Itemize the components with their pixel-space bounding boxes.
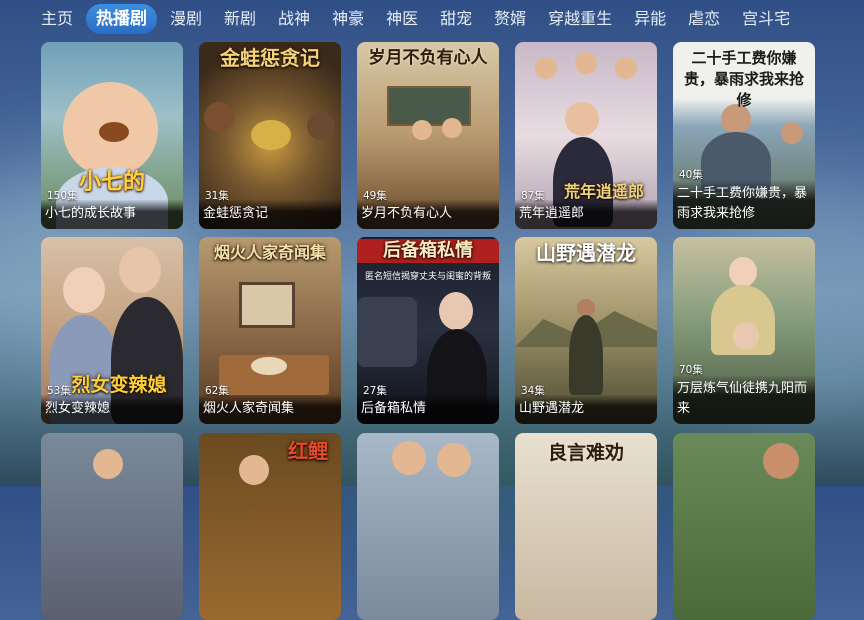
tab-superpower[interactable]: 异能 — [623, 4, 677, 34]
episode-count: 70集 — [679, 364, 703, 376]
tab-home[interactable]: 主页 — [30, 4, 84, 34]
drama-card[interactable]: 烈女变辣媳 53集 烈女变辣媳 — [41, 237, 183, 424]
drama-title: 后备箱私情 — [357, 395, 499, 424]
tab-war-god[interactable]: 战神 — [267, 4, 321, 34]
drama-title: 万层炼气仙徒携九阳而来 — [673, 376, 815, 424]
tab-tycoon[interactable]: 神豪 — [321, 4, 375, 34]
drama-card[interactable]: 金蛙惩贪记 31集 金蛙惩贪记 — [199, 42, 341, 229]
drama-card[interactable]: 烟火人家奇闻集 62集 烟火人家奇闻集 — [199, 237, 341, 424]
drama-card[interactable]: 山野遇潜龙 34集 山野遇潜龙 — [515, 237, 657, 424]
poster-title: 荒年逍遥郎 — [563, 182, 644, 201]
drama-card[interactable]: 良言难劝 — [515, 433, 657, 620]
drama-title: 烟火人家奇闻集 — [199, 395, 341, 424]
drama-title: 小七的成长故事 — [41, 200, 183, 229]
drama-card[interactable]: 岁月不负有心人 49集 岁月不负有心人 — [357, 42, 499, 229]
poster-image — [673, 433, 815, 620]
category-nav: 主页 热播剧 漫剧 新剧 战神 神豪 神医 甜宠 赘婿 穿越重生 异能 虐恋 宫… — [0, 0, 864, 38]
tab-son-in-law[interactable]: 赘婿 — [483, 4, 537, 34]
tab-time-travel[interactable]: 穿越重生 — [537, 4, 623, 34]
drama-title: 金蛙惩贪记 — [199, 200, 341, 229]
tab-sweet[interactable]: 甜宠 — [429, 4, 483, 34]
poster-image — [41, 433, 183, 620]
drama-card[interactable] — [357, 433, 499, 620]
drama-card[interactable]: 荒年逍遥郎 87集 荒年逍遥郎 — [515, 42, 657, 229]
drama-card[interactable]: 红鲤 — [199, 433, 341, 620]
poster-subtitle: 匿名短信揭穿丈夫与闺蜜的背叛 — [364, 272, 491, 282]
tab-heartbreak[interactable]: 虐恋 — [677, 4, 731, 34]
poster-title: 岁月不负有心人 — [368, 48, 488, 68]
poster-title: 良言难劝 — [547, 442, 624, 464]
tab-new[interactable]: 新剧 — [213, 4, 267, 34]
drama-title: 岁月不负有心人 — [357, 200, 499, 229]
drama-card[interactable]: 后备箱私情 匿名短信揭穿丈夫与闺蜜的背叛 27集 后备箱私情 — [357, 237, 499, 424]
poster-title: 山野遇潜龙 — [536, 241, 636, 265]
poster-title: 后备箱私情 — [357, 239, 499, 263]
poster-title: 烟火人家奇闻集 — [213, 243, 326, 262]
drama-title: 二十手工费你嫌贵，暴雨求我来抢修 — [673, 181, 815, 229]
drama-title: 烈女变辣媳 — [41, 395, 183, 424]
drama-card[interactable] — [673, 433, 815, 620]
drama-card[interactable]: 二十手工费你嫌贵，暴雨求我来抢修 40集 二十手工费你嫌贵，暴雨求我来抢修 — [673, 42, 815, 229]
tab-doctor[interactable]: 神医 — [375, 4, 429, 34]
poster-image — [357, 433, 499, 620]
tab-palace[interactable]: 宫斗宅 — [731, 4, 801, 34]
drama-card[interactable]: 小七的 150集 小七的成长故事 — [41, 42, 183, 229]
poster-title: 红鲤 — [288, 439, 328, 463]
drama-title: 荒年逍遥郎 — [515, 200, 657, 229]
drama-title: 山野遇潜龙 — [515, 395, 657, 424]
poster-title: 烈女变辣媳 — [71, 374, 167, 396]
episode-count: 40集 — [679, 169, 703, 181]
tab-hot[interactable]: 热播剧 — [86, 4, 158, 34]
drama-card[interactable]: 70集 万层炼气仙徒携九阳而来 — [673, 237, 815, 424]
tab-comic[interactable]: 漫剧 — [159, 4, 213, 34]
poster-title: 二十手工费你嫌贵，暴雨求我来抢修 — [683, 49, 804, 109]
poster-title: 金蛙惩贪记 — [220, 46, 320, 70]
drama-card[interactable] — [41, 433, 183, 620]
